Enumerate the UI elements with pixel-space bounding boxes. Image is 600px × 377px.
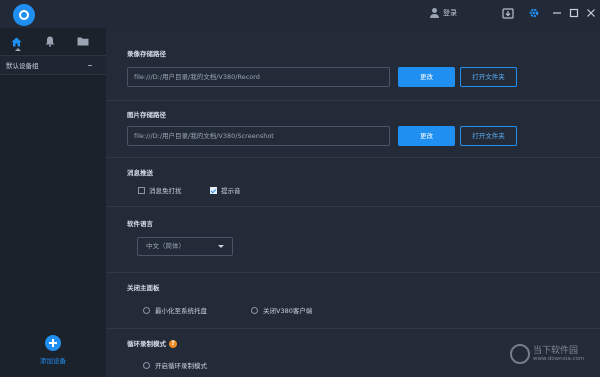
loop-record-radio[interactable]: 开启循环录制模式 xyxy=(143,360,207,370)
minimize-to-tray-radio[interactable]: 最小化至系统托盘 xyxy=(143,305,207,315)
loop-record-title: 循环录制模式? xyxy=(127,338,177,348)
close-panel-title: 关闭主面板 xyxy=(127,284,160,292)
loop-record-title-text: 循环录制模式 xyxy=(127,340,166,348)
record-change-button[interactable]: 更改 xyxy=(398,67,455,87)
close-icon[interactable] xyxy=(584,6,598,20)
tab-notifications[interactable] xyxy=(33,28,66,55)
screenshot-open-folder-button[interactable]: 打开文件夹 xyxy=(460,126,517,146)
record-path-title: 录像存储路径 xyxy=(127,50,166,58)
divider xyxy=(106,206,600,207)
home-icon xyxy=(11,37,22,46)
tab-files[interactable] xyxy=(66,28,99,55)
language-selected-value: 中文（简体） xyxy=(146,242,185,250)
sidebar-tabs xyxy=(0,28,106,55)
add-device-label: 添加设备 xyxy=(40,357,66,365)
settings-panel: 录像存储路径 file:///D:/用户目录/我的文档/V380/Record … xyxy=(106,28,600,377)
help-icon[interactable]: ? xyxy=(169,340,177,348)
maximize-icon[interactable] xyxy=(567,6,581,20)
app-logo xyxy=(13,4,35,26)
minimize-icon[interactable] xyxy=(550,6,564,20)
record-open-folder-button[interactable]: 打开文件夹 xyxy=(460,67,517,87)
do-not-disturb-label: 消息免打扰 xyxy=(149,187,182,195)
download-icon[interactable] xyxy=(501,6,515,20)
plus-icon xyxy=(45,335,61,351)
sidebar: 默认设备组 添加设备 xyxy=(0,28,106,377)
device-group-row[interactable]: 默认设备组 xyxy=(0,55,106,75)
bell-icon xyxy=(45,36,54,47)
sound-label: 提示音 xyxy=(221,187,241,195)
screenshot-path-input[interactable]: file:///D:/用户目录/我的文档/V380/Screenshot xyxy=(127,126,390,146)
record-path-input[interactable]: file:///D:/用户目录/我的文档/V380/Record xyxy=(127,67,390,87)
loop-record-option-label: 开启循环录制模式 xyxy=(155,362,207,370)
title-bar: 登录 xyxy=(0,0,600,28)
language-title: 软件语言 xyxy=(127,220,153,228)
divider xyxy=(106,272,600,273)
login-button[interactable]: 登录 xyxy=(430,8,457,18)
language-select[interactable]: 中文（简体） xyxy=(137,237,233,256)
notification-title: 消息推送 xyxy=(127,169,153,177)
tab-home[interactable] xyxy=(0,28,33,55)
radio-circle[interactable] xyxy=(143,361,150,369)
close-client-radio[interactable]: 关闭V380客户端 xyxy=(251,305,312,315)
divider xyxy=(106,100,600,101)
radio-circle[interactable] xyxy=(251,306,258,314)
device-group-label: 默认设备组 xyxy=(6,62,39,70)
user-icon xyxy=(430,8,439,18)
close-client-label: 关闭V380客户端 xyxy=(263,307,313,315)
login-label: 登录 xyxy=(443,9,457,17)
collapse-icon[interactable] xyxy=(88,64,92,66)
sound-checkbox[interactable]: 提示音 xyxy=(210,185,241,195)
minimize-to-tray-label: 最小化至系统托盘 xyxy=(155,307,207,315)
folder-icon xyxy=(77,37,88,46)
divider xyxy=(106,157,600,158)
watermark-url: www.downxia.com xyxy=(533,356,585,362)
checkbox-box[interactable] xyxy=(138,186,145,194)
watermark-logo-icon xyxy=(510,344,530,364)
add-device-button[interactable]: 添加设备 xyxy=(36,335,70,365)
do-not-disturb-checkbox[interactable]: 消息免打扰 xyxy=(138,185,182,195)
screenshot-change-button[interactable]: 更改 xyxy=(398,126,455,146)
watermark-text: 当下软件园 xyxy=(533,346,579,356)
screenshot-path-title: 图片存储路径 xyxy=(127,111,166,119)
radio-circle[interactable] xyxy=(143,306,150,314)
checkbox-box-checked[interactable] xyxy=(210,186,217,194)
divider xyxy=(106,328,600,329)
chevron-down-icon xyxy=(218,245,224,248)
settings-gear-icon[interactable] xyxy=(527,6,541,20)
watermark: 当下软件园 www.downxia.com xyxy=(510,344,584,364)
